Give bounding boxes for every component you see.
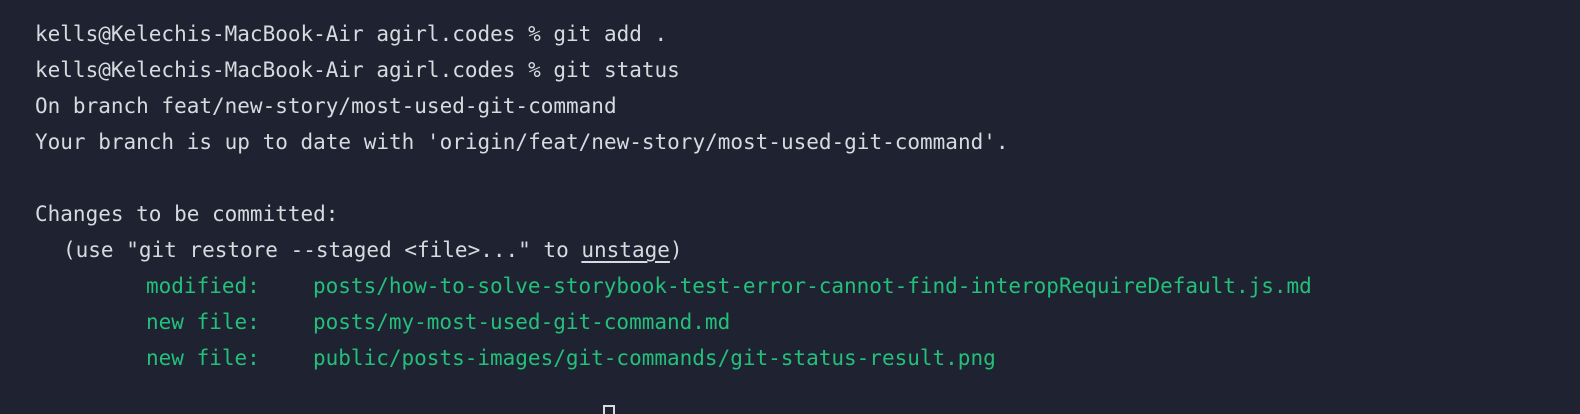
section-title: Changes to be committed:: [35, 202, 339, 226]
file-status: new file:: [146, 346, 260, 370]
terminal-window[interactable]: kells@Kelechis-MacBook-Air agirl.codes %…: [0, 0, 1580, 414]
file-status: new file:: [146, 310, 260, 334]
command-text: git add .: [553, 22, 668, 46]
hint-prefix: (use "git restore --staged <file>..." to: [63, 238, 582, 262]
hint-suffix: ): [669, 238, 683, 262]
command-line: kells@Kelechis-MacBook-Air agirl.codes %…: [35, 16, 1580, 52]
prompt: kells@Kelechis-MacBook-Air agirl.codes %: [35, 22, 541, 46]
file-path: public/posts-images/git-commands/git-sta…: [313, 346, 996, 370]
file-path: posts/my-most-used-git-command.md: [313, 310, 731, 334]
hint-line: (use "git restore --staged <file>..." to…: [35, 232, 1580, 268]
staged-file-row: new file: posts/my-most-used-git-command.…: [35, 304, 1580, 340]
staged-file-row: new file: public/posts-images/git-command…: [35, 340, 1580, 376]
upstream-line: Your branch is up to date with 'origin/f…: [35, 130, 1009, 154]
unstage-keyword: unstage: [581, 238, 670, 262]
file-status: modified:: [146, 274, 260, 298]
staged-file-row: modified: posts/how-to-solve-storybook-te…: [35, 268, 1580, 304]
command-line: kells@Kelechis-MacBook-Air agirl.codes %…: [35, 52, 1580, 88]
branch-line: On branch feat/new-story/most-used-git-c…: [35, 94, 617, 118]
command-text: git status: [553, 58, 680, 82]
terminal-cursor: [603, 405, 615, 414]
prompt: kells@Kelechis-MacBook-Air agirl.codes %: [35, 58, 541, 82]
file-path: posts/how-to-solve-storybook-test-error-…: [313, 274, 1312, 298]
